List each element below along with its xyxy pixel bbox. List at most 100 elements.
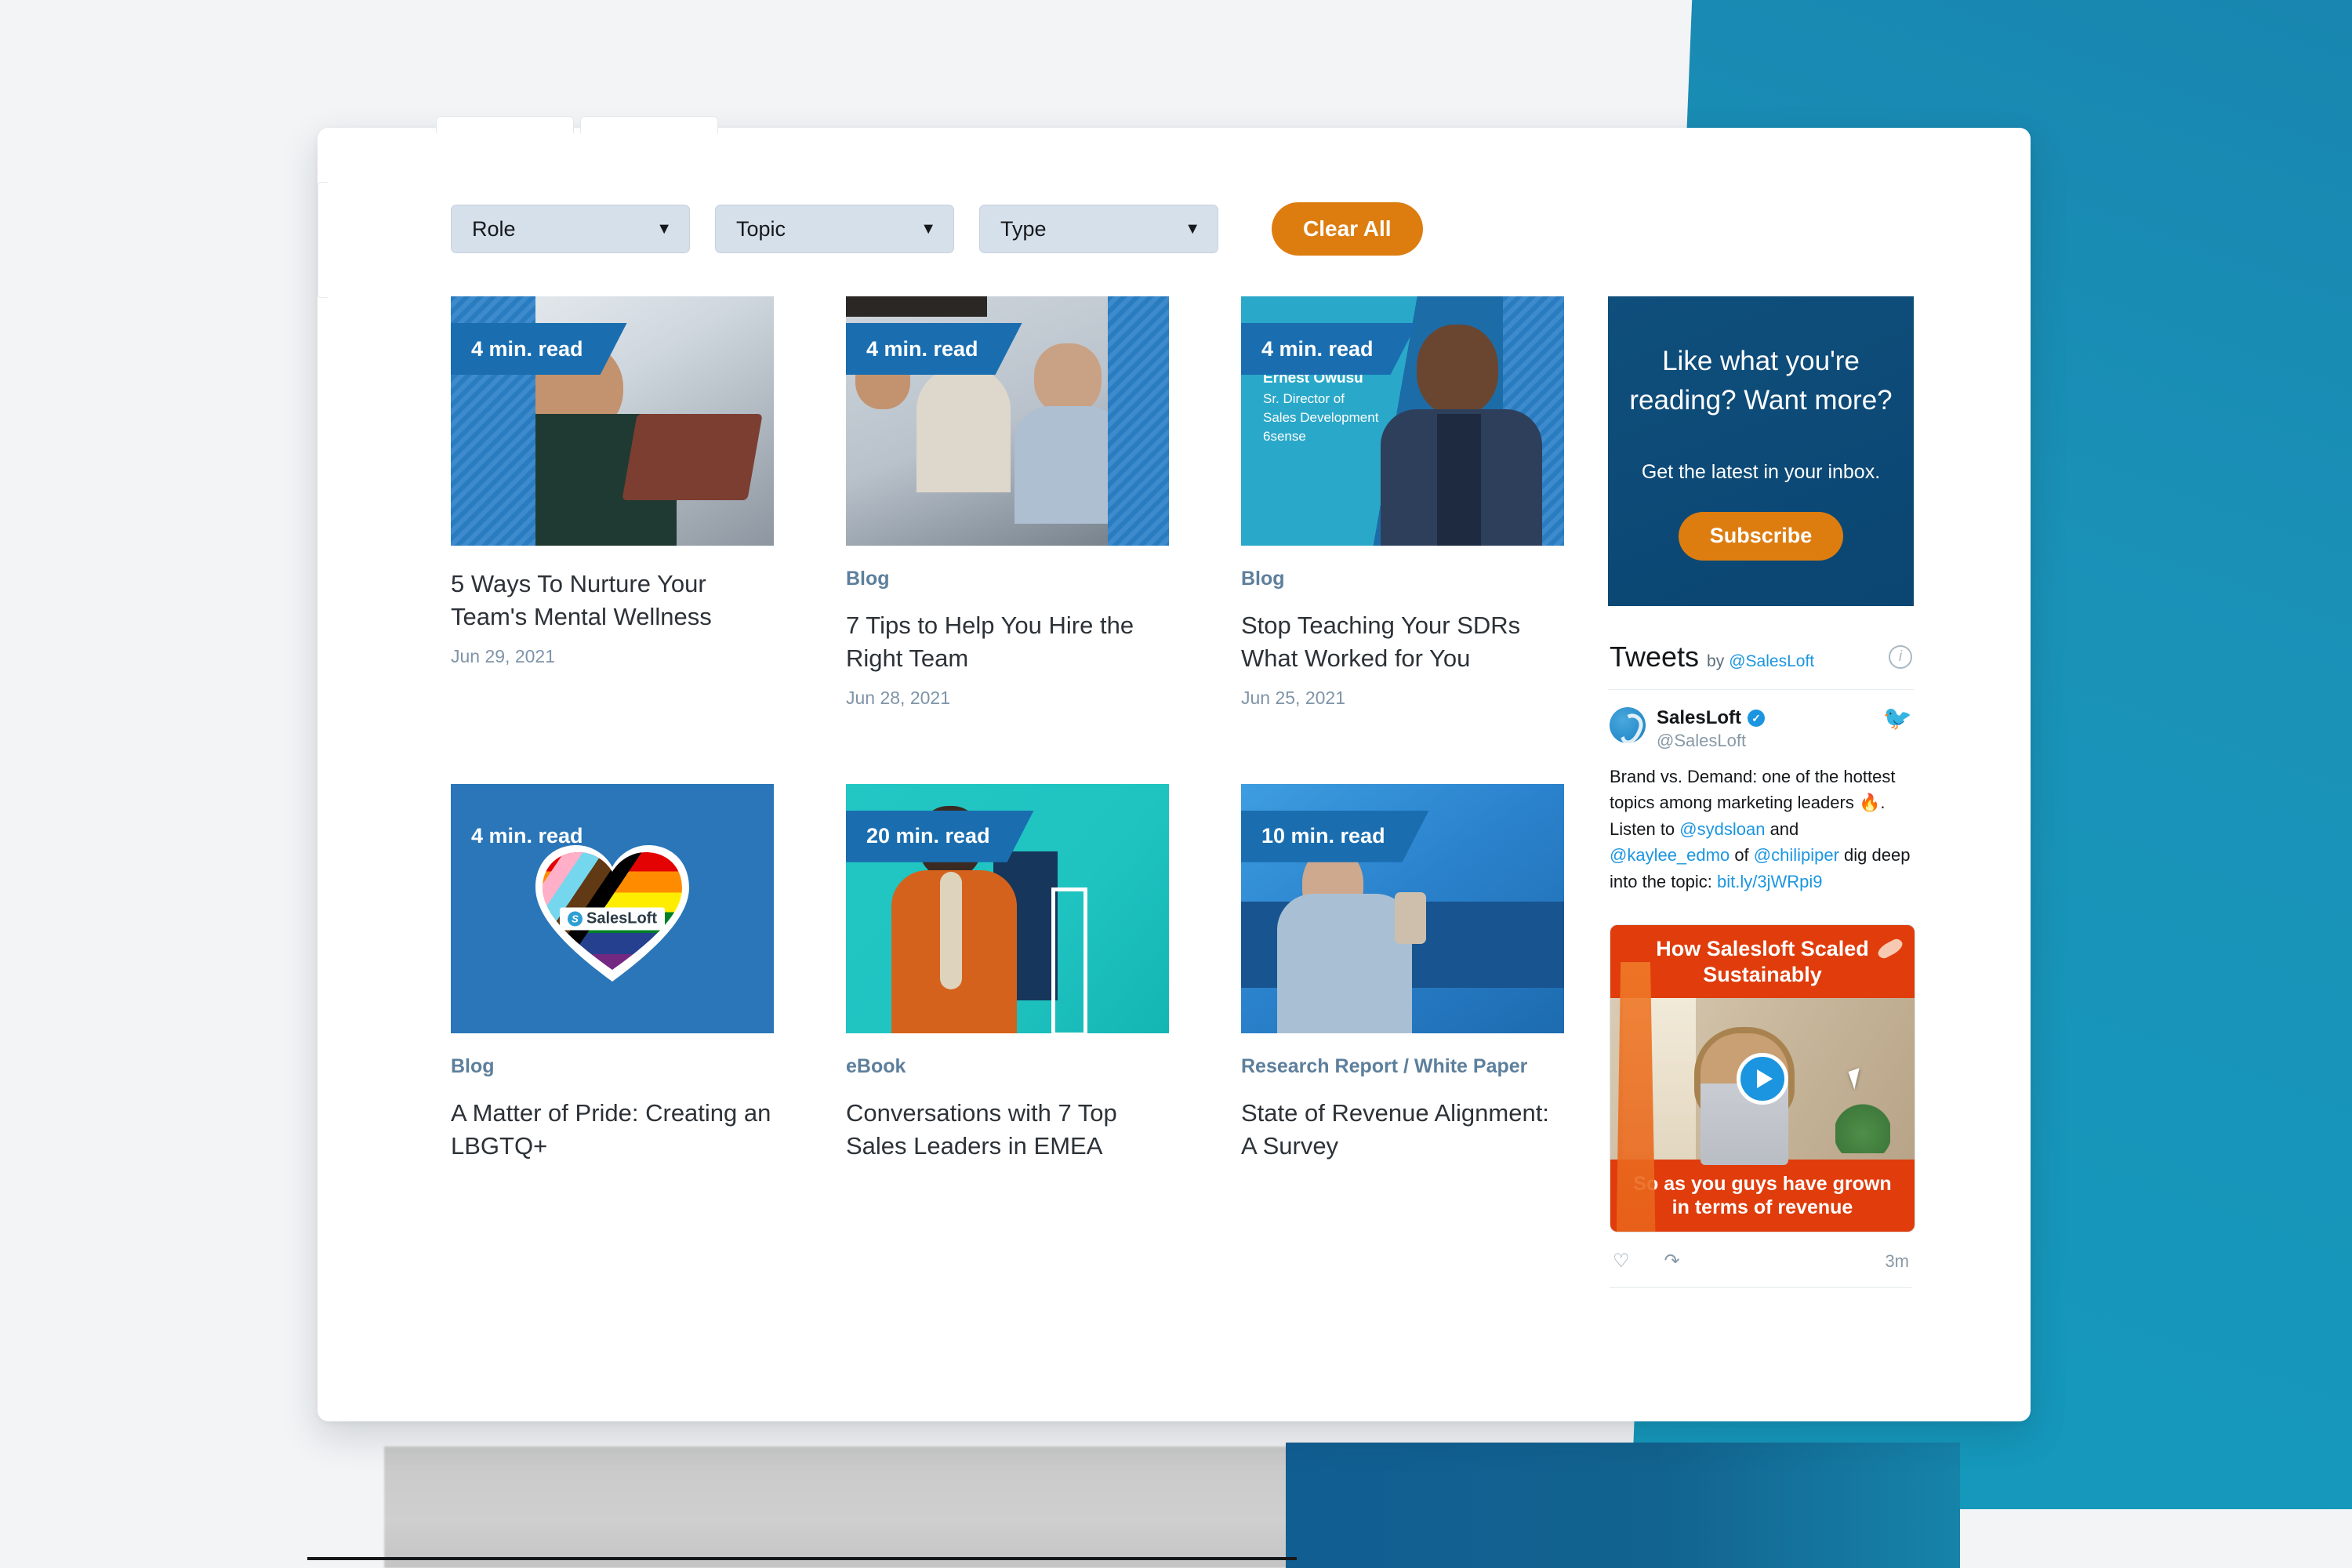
background-bottom-rule [307,1557,1297,1560]
card-thumbnail[interactable]: 4 min. read [846,296,1169,546]
photo-shape [1395,891,1426,944]
card-title: State of Revenue Alignment: A Survey [1241,1098,1549,1160]
card-thumbnail[interactable]: 20 min. read [846,783,1169,1033]
browser-tab[interactable] [580,116,718,133]
card-title: Conversations with 7 Top Sales Leaders i… [846,1098,1117,1160]
browser-window: Role ▼ Topic ▼ Type ▼ Clear All 4 min. r… [318,128,2031,1421]
browser-tab[interactable] [436,116,574,133]
tweet-video-card[interactable]: How Salesloft Scaled Sustainably So as y… [1610,924,1915,1232]
resource-card[interactable]: 10 min. read Research Report / White Pap… [1241,783,1564,1175]
speaker-title-line2: Sales Development [1263,410,1379,426]
photo-shape [1437,414,1481,546]
tweet-mention-link[interactable]: @sydsloan [1679,819,1765,839]
tweets-account-handle[interactable]: @SalesLoft [1729,652,1814,671]
avatar [1610,707,1646,743]
subscribe-button[interactable]: Subscribe [1678,511,1844,561]
tweet-action-bar: ♡ ↷ 3m [1610,1232,1912,1288]
page-background-left [0,0,329,1568]
chevron-down-icon: ▼ [920,220,936,238]
tweet-mention-link[interactable]: @kaylee_edmo [1610,845,1730,865]
salesloft-wordmark: SalesLoft [586,909,658,927]
subscribe-headline: Like what you're reading? Want more? [1629,346,1893,416]
background-blue-bar [1286,1443,1960,1568]
filter-role-select[interactable]: Role ▼ [451,205,690,253]
read-time-badge: 10 min. read [1241,811,1429,862]
page-content: Role ▼ Topic ▼ Type ▼ Clear All 4 min. r… [451,202,1972,1296]
tweet-timestamp: 3m [1885,1250,1909,1271]
page-side-panel-edge [318,182,328,298]
card-date: Jun 29, 2021 [451,645,556,666]
video-thumbnail[interactable] [1610,997,1915,1166]
tweets-widget-header: Tweets by @SalesLoft i [1608,626,1914,690]
chevron-down-icon: ▼ [1185,220,1200,238]
card-date: Jun 25, 2021 [1241,687,1346,708]
resource-card[interactable]: S SalesLoft 4 min. read Blog A Matter of… [451,783,774,1175]
card-category-label: Blog [451,1054,495,1077]
pride-heart-icon: S SalesLoft [535,844,689,983]
thumbnail-stripe-overlay [1108,296,1169,546]
tweet-header: SalesLoft ✓ @SalesLoft 🐦 [1610,707,1912,751]
card-body: Research Report / White Paper State of R… [1241,1033,1564,1163]
card-thumbnail[interactable]: Ernest Owusu Sr. Director of Sales Devel… [1241,296,1564,546]
card-date: Jun 28, 2021 [846,687,951,708]
card-body: eBook Conversations with 7 Top Sales Lea… [846,1033,1169,1163]
photo-shape [1277,893,1412,1033]
photo-shape [1417,325,1498,416]
card-body: Blog Stop Teaching Your SDRs What Worked… [1241,546,1564,709]
card-title: A Matter of Pride: Creating an LBGTQ+ [451,1098,771,1160]
tweet-display-name: SalesLoft [1657,707,1742,728]
right-sidebar: Like what you're reading? Want more? Get… [1608,296,1915,1296]
tweet-url-link[interactable]: bit.ly/3jWRpi9 [1717,872,1822,891]
card-thumbnail[interactable]: 4 min. read [451,296,774,546]
card-title: 5 Ways To Nurture Your Team's Mental Wel… [451,570,712,630]
filter-type-label: Type [1000,216,1047,241]
resource-card[interactable]: 4 min. read Blog 7 Tips to Help You Hire… [846,296,1169,709]
tweet-author-name: SalesLoft ✓ [1657,707,1766,729]
salesloft-mark-icon: S [567,911,583,927]
photo-shape [916,367,1011,492]
resource-card[interactable]: Ernest Owusu Sr. Director of Sales Devel… [1241,296,1564,709]
read-time-badge: 4 min. read [846,323,1022,375]
tweet-text-segment: Brand vs. Demand: one of the hottest top… [1610,767,1896,813]
read-time-badge: 20 min. read [846,811,1034,862]
resource-card[interactable]: 20 min. read eBook Conversations with 7 … [846,783,1169,1175]
video-top-caption: How Salesloft Scaled Sustainably [1610,925,1915,998]
filter-type-select[interactable]: Type ▼ [979,205,1218,253]
filter-bar: Role ▼ Topic ▼ Type ▼ Clear All [451,202,1972,256]
photo-shape [940,871,962,989]
card-title: Stop Teaching Your SDRs What Worked for … [1241,612,1521,672]
info-icon[interactable]: i [1889,645,1912,669]
clear-all-button[interactable]: Clear All [1272,202,1423,256]
share-icon[interactable]: ↷ [1664,1251,1680,1271]
twitter-bird-icon: 🐦 [1882,706,1912,731]
verified-icon: ✓ [1748,710,1766,727]
card-title: 7 Tips to Help You Hire the Right Team [846,612,1134,672]
read-time-badge: 4 min. read [1241,323,1417,375]
tweet-mention-link[interactable]: @chilipiper [1754,845,1839,865]
chevron-down-icon: ▼ [656,220,672,238]
speaker-credit: Ernest Owusu Sr. Director of Sales Devel… [1263,368,1378,446]
card-thumbnail[interactable]: S SalesLoft 4 min. read [451,783,774,1033]
cursor-arrow-icon [1848,1067,1866,1090]
tweet-author-handle: @SalesLoft [1657,731,1747,750]
resource-card[interactable]: 4 min. read 5 Ways To Nurture Your Team'… [451,296,774,709]
heart-icon[interactable]: ♡ [1613,1251,1630,1271]
card-category-label: Blog [846,568,890,590]
card-category-label: eBook [846,1054,906,1077]
card-category-label: Blog [1241,568,1285,590]
speaker-title-line1: Sr. Director of [1263,390,1345,406]
subscribe-panel: Like what you're reading? Want more? Get… [1608,296,1914,606]
subscribe-subtext: Get the latest in your inbox. [1641,460,1881,483]
read-time-badge: 4 min. read [471,824,583,848]
filter-topic-select[interactable]: Topic ▼ [715,205,954,253]
tweet-text-segment: and [1765,818,1799,839]
speaker-company: 6sense [1263,429,1306,445]
card-body: Blog A Matter of Pride: Creating an LBGT… [451,1033,774,1163]
photo-shape [1051,887,1087,1033]
card-body: Blog 7 Tips to Help You Hire the Right T… [846,546,1169,709]
photo-shape [622,414,763,500]
play-icon[interactable] [1737,1052,1788,1105]
card-thumbnail[interactable]: 10 min. read [1241,783,1564,1033]
tweets-heading: Tweets [1610,641,1700,673]
background-gray-shelf [384,1446,1298,1568]
